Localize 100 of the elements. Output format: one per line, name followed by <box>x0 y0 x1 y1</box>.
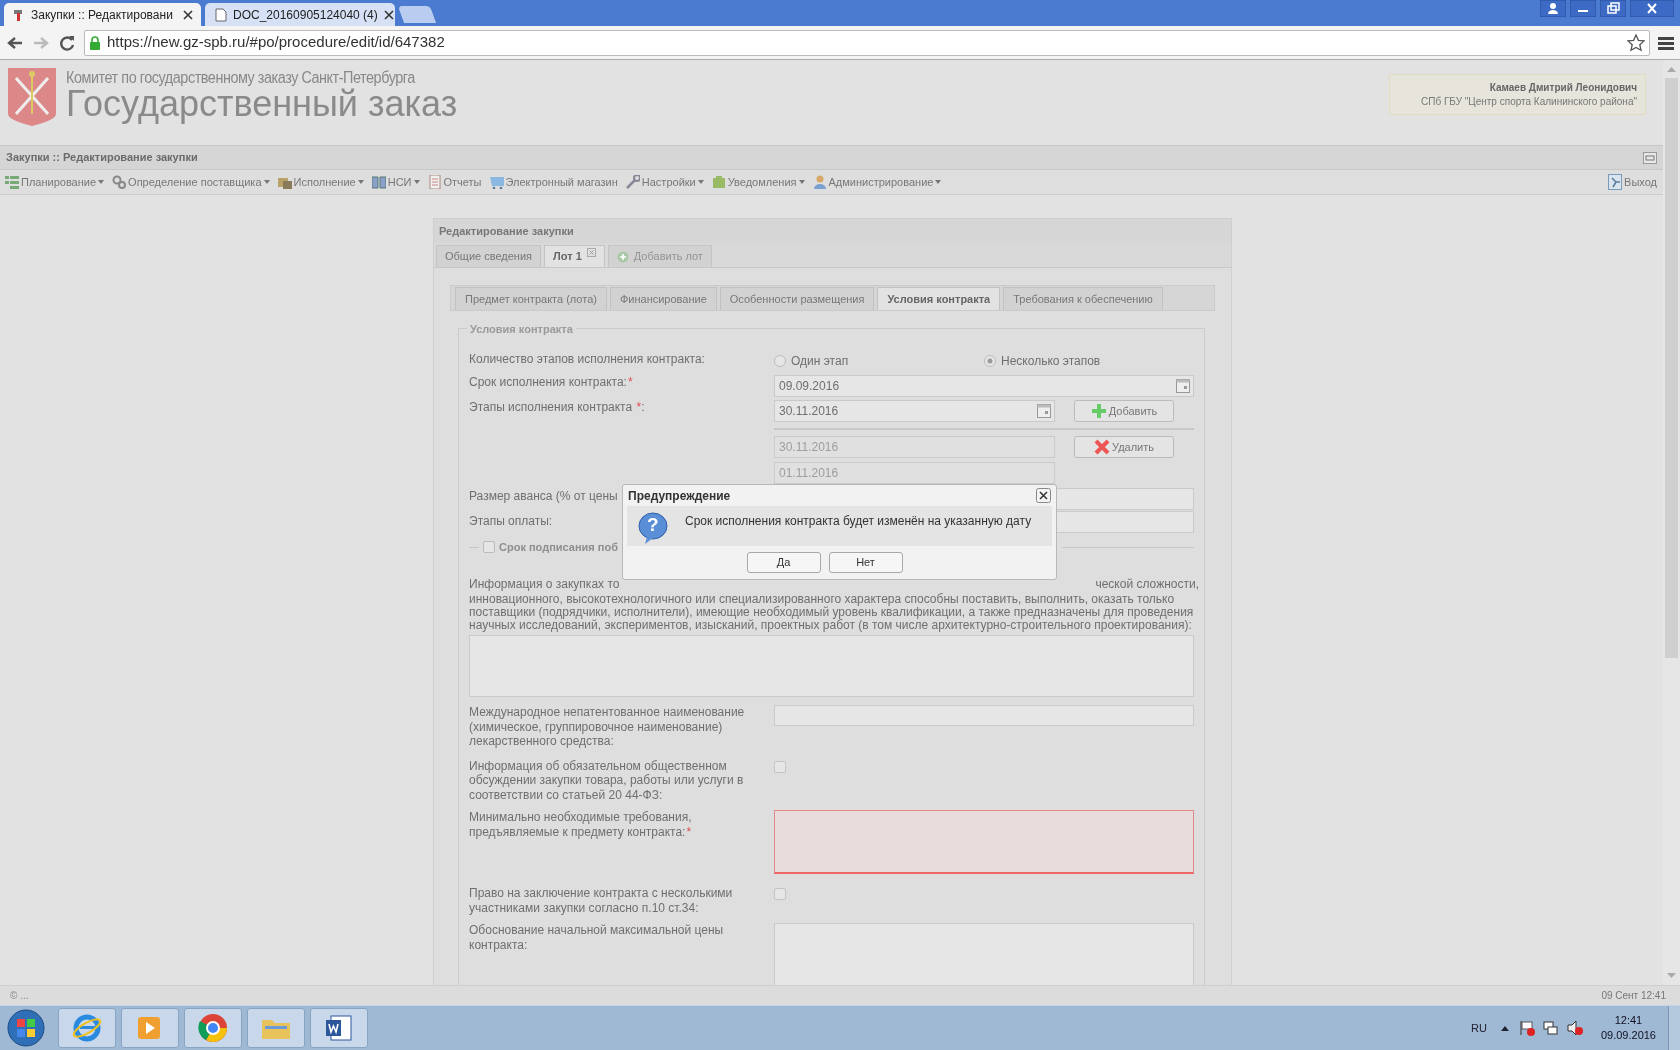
reload-icon[interactable] <box>58 33 76 52</box>
radio-option[interactable]: Несколько этапов <box>984 352 1101 370</box>
show-desktop-button[interactable] <box>1668 1005 1680 1050</box>
calendar-icon[interactable] <box>1037 404 1051 418</box>
menu-icon[interactable] <box>1658 35 1674 50</box>
text-area[interactable] <box>774 810 1194 874</box>
forward-icon[interactable] <box>32 34 50 51</box>
lot-tab[interactable]: Общие сведения <box>436 245 542 267</box>
browser-tab[interactable]: Закупки :: Редактировани <box>4 3 201 26</box>
radio-icon[interactable] <box>774 355 786 367</box>
text-area[interactable] <box>774 923 1194 985</box>
panel-title: Редактирование закупки <box>439 223 574 239</box>
fieldset-legend: Срок подписания поб <box>499 538 618 556</box>
checkbox[interactable] <box>483 541 495 553</box>
field-label: Этапы оплаты: <box>469 514 553 529</box>
field-label: : <box>641 400 645 415</box>
date-field[interactable]: 30.11.2016 <box>774 400 1055 422</box>
browser-tab[interactable]: DOC_20160905124040 (4) <box>205 3 395 26</box>
field-label: Размер аванса (% от цены <box>469 489 618 504</box>
language-indicator[interactable]: RU <box>1471 1019 1487 1037</box>
info-text: инновационного, высокотехнологичного или специализированного характера способны поставить, выполнить, оказать только поставщики (подрядчики, исполнители), имеющие необходимый уровень квалификации, а также предназначены для проведения научных исследований, экспериментов, изысканий, проектных работ (в том числе архитектурно-строительного проектирования): <box>469 593 1195 632</box>
person-icon <box>812 175 827 189</box>
menu-item[interactable]: Отчеты <box>426 172 483 192</box>
user-icon[interactable] <box>1540 0 1566 17</box>
field-label: Этапы исполнения контракта <box>469 400 634 415</box>
close-icon[interactable] <box>1036 488 1051 503</box>
calendar-icon[interactable] <box>1176 379 1190 393</box>
action-button[interactable]: Добавить <box>1074 400 1174 422</box>
menu-item[interactable]: Администрирование <box>811 172 943 192</box>
report-icon <box>427 175 442 189</box>
user-name: Камаев Дмитрий Леонидович <box>1489 80 1637 95</box>
wrench-icon <box>625 175 640 189</box>
maximize-icon[interactable] <box>1643 151 1657 164</box>
dialog-button[interactable]: Да <box>746 552 821 573</box>
tray-clock[interactable]: 12:41 09.09.2016 <box>1600 1013 1656 1043</box>
date-field[interactable]: 01.11.2016 <box>774 462 1055 484</box>
status-date: 09 Сент 12:41 <box>1601 989 1666 1003</box>
dialog-button[interactable]: Нет <box>828 552 903 573</box>
field-label: Минимально необходимые требования, предъявляемые к предмету контракта:* <box>469 810 693 839</box>
menu-item[interactable]: Планирование <box>4 172 106 192</box>
text-field[interactable] <box>1056 488 1194 510</box>
back-icon[interactable] <box>6 34 24 51</box>
section-tab[interactable]: Финансирование <box>609 287 717 310</box>
section-tab[interactable]: Требования к обеспечению <box>1003 287 1163 310</box>
section-tab[interactable]: Условия контракта <box>877 287 1001 310</box>
start-orb-icon[interactable] <box>6 1008 46 1048</box>
exit-link[interactable]: Выход <box>1608 173 1657 191</box>
star-icon[interactable] <box>1627 33 1645 52</box>
field-label: Международное непатентованное наименование (химическое, группировочное наименование) лекарственного средства: <box>469 705 746 749</box>
field-label: Информация об обязательном общественном обсуждении закупки товара, работы или услуги в соответствии со статьей 20 44-ФЗ: <box>469 758 745 802</box>
header-org: Комитет по государственному заказу Санкт-Петербурга <box>66 70 417 86</box>
tab-title: DOC_20160905124040 (4) <box>233 6 378 24</box>
coat-of-arms-logo <box>8 68 56 126</box>
word-icon <box>323 1012 355 1044</box>
radio-icon[interactable] <box>984 355 996 367</box>
plus-icon <box>1090 403 1107 419</box>
text-field[interactable] <box>1056 511 1194 533</box>
checkbox[interactable] <box>774 888 786 900</box>
add-icon <box>616 250 629 263</box>
menu-item[interactable]: Электронный магазин <box>488 172 619 192</box>
dialog-message: Срок исполнения контракта будет изменён на указанную дату <box>685 513 1032 530</box>
date-field[interactable]: 30.11.2016 <box>774 436 1055 458</box>
tab-title: Закупки :: Редактировани <box>31 6 174 24</box>
action-button[interactable]: Удалить <box>1074 436 1174 458</box>
checkbox[interactable] <box>774 760 786 773</box>
lot-tab[interactable]: Лот 1 <box>544 245 605 267</box>
menu-item[interactable]: НСИ <box>370 172 421 192</box>
required-mark: * <box>627 375 633 390</box>
speaker-icon[interactable] <box>1566 1020 1583 1036</box>
dialog-title: Предупреждение <box>628 487 731 505</box>
gears-icon <box>112 175 127 189</box>
menu-item[interactable]: Уведомления <box>710 172 806 192</box>
scrollbar[interactable] <box>1663 60 1680 985</box>
restore-icon[interactable] <box>1600 0 1626 17</box>
minimize-icon[interactable] <box>1570 0 1596 17</box>
flag-icon[interactable] <box>1518 1020 1535 1036</box>
date-field[interactable]: 09.09.2016 <box>774 375 1194 397</box>
info-text: Информация о закупках то <box>469 577 620 593</box>
menu-item[interactable]: Исполнение <box>276 172 365 192</box>
radio-option[interactable]: Один этап <box>774 352 984 370</box>
taskbar-button[interactable] <box>184 1008 242 1048</box>
section-tab[interactable]: Особенности размещения <box>719 287 875 310</box>
text-area[interactable] <box>469 635 1194 697</box>
menu-item[interactable]: Определение поставщика <box>111 172 271 192</box>
menu-item[interactable]: Настройки <box>624 172 705 192</box>
field-label: Обоснование начальной максимальной цены контракта: <box>469 923 725 952</box>
scroll-down-icon[interactable] <box>1667 973 1676 979</box>
close-icon[interactable] <box>183 9 193 20</box>
scroll-up-icon[interactable] <box>1667 66 1676 72</box>
network-icon[interactable] <box>1542 1020 1559 1036</box>
close-icon[interactable] <box>1630 0 1674 17</box>
text-field[interactable] <box>774 705 1194 726</box>
cart-icon <box>489 175 504 189</box>
address-field[interactable]: https://new.gz-spb.ru/#po/procedure/edit/id/647382 <box>84 29 1650 56</box>
field-label: Срок исполнения контракта: <box>469 375 627 390</box>
tray-arrow-icon[interactable] <box>1500 1025 1509 1031</box>
close-icon[interactable] <box>383 9 394 20</box>
lot-tab[interactable]: Добавить лот <box>607 245 712 267</box>
section-tab[interactable]: Предмет контракта (лота) <box>455 287 607 310</box>
taskbar-button[interactable] <box>310 1008 368 1048</box>
